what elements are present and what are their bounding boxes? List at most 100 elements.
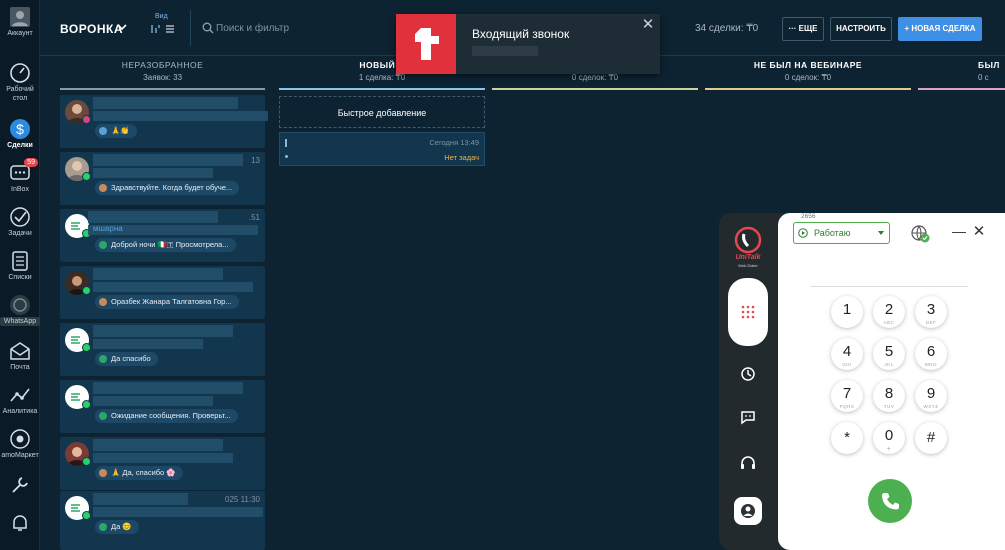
minimize-button[interactable]: —: [952, 224, 966, 240]
setup-button[interactable]: НАСТРОИТЬ: [830, 17, 892, 41]
key-2[interactable]: 2 ABC: [873, 296, 905, 328]
card-time: .51: [248, 213, 260, 222]
message-text: Оразбек Жанара Талгатовна Гор...: [111, 297, 232, 306]
last-message: 🙏 Да, спасибо 🌸: [95, 466, 183, 480]
message-text: 🙏👏: [111, 126, 130, 135]
message-text: 🙏 Да, спасибо 🌸: [111, 468, 176, 477]
deal-title-stub: [285, 139, 287, 147]
blurred-detail: [93, 396, 213, 406]
bell-icon: [13, 515, 27, 531]
deal-task-status[interactable]: Нет задач: [444, 153, 479, 162]
sidebar-item-deals[interactable]: $ Сделки: [0, 118, 40, 150]
sidebar-item-notifications[interactable]: [0, 512, 40, 534]
search-input[interactable]: [216, 18, 416, 38]
status-select[interactable]: Работаю: [793, 222, 890, 244]
call-button[interactable]: [868, 479, 912, 523]
lead-card[interactable]: 🙏👏: [60, 95, 268, 148]
globe-connected-icon[interactable]: [910, 224, 930, 244]
blurred-detail: [93, 282, 253, 292]
key-digit: #: [926, 429, 936, 446]
pipeline-selector[interactable]: ВОРОНКА: [60, 22, 123, 36]
key-digit: 1: [842, 301, 852, 318]
chevron-down-icon[interactable]: [116, 21, 128, 33]
lead-card[interactable]: 025 11:30 Да 😊: [60, 491, 265, 550]
lead-card[interactable]: Да спасибо: [60, 323, 265, 376]
sidebar-item-settings[interactable]: [0, 474, 40, 496]
close-dialer-button[interactable]: ✕: [972, 224, 986, 240]
whatsapp-badge-icon: [82, 172, 91, 181]
history-icon[interactable]: [738, 364, 758, 384]
sidebar-item-analytics[interactable]: Аналитика: [0, 384, 40, 416]
column-header-no-webinar: НЕ БЫЛ НА ВЕБИНАРЕ 0 сделок: ₸0: [705, 60, 911, 82]
account-icon: [10, 7, 30, 27]
sidebar-item-whatsapp[interactable]: WhatsApp: [0, 294, 40, 326]
key-6[interactable]: 6 MNO: [915, 338, 947, 370]
sidebar-item-dashboard[interactable]: Рабочий стол: [0, 62, 40, 103]
extension-number: 2656: [801, 213, 816, 220]
lead-card[interactable]: 🙏 Да, спасибо 🌸: [60, 437, 265, 490]
column-underline: [279, 88, 485, 90]
key-hash[interactable]: #: [915, 422, 947, 454]
sidebar-item-market[interactable]: amoМаркет: [0, 428, 40, 460]
user-icon: [741, 504, 755, 518]
lead-card[interactable]: 13 Здравствуйте. Когда будет обуче...: [60, 152, 265, 205]
key-8[interactable]: 8 TUV: [873, 380, 905, 412]
blurred-detail: [93, 453, 233, 463]
sidebar-label: Рабочий стол: [0, 85, 40, 103]
key-3[interactable]: 3 DEF: [915, 296, 947, 328]
new-deal-button[interactable]: + НОВАЯ СДЕЛКА: [898, 17, 982, 41]
key-9[interactable]: 9 WXYZ: [915, 380, 947, 412]
key-letters: +: [886, 446, 892, 453]
sidebar-label: Аккаунт: [7, 30, 33, 37]
sidebar-item-account[interactable]: Аккаунт: [0, 6, 40, 38]
inbox-badge: 59: [24, 158, 38, 167]
tab-profile[interactable]: [734, 497, 762, 525]
key-digit: 8: [884, 385, 894, 402]
blurred-name: [93, 382, 243, 394]
number-display[interactable]: [810, 286, 968, 287]
sidebar-item-tasks[interactable]: Задачи: [0, 206, 40, 238]
key-star[interactable]: *: [831, 422, 863, 454]
message-status-icon: [99, 241, 107, 249]
last-message: Доброй ночи 🇮🇹🇹 Просмотрела...: [95, 238, 236, 252]
blurred-caller: [472, 46, 538, 56]
sidebar-item-lists[interactable]: Списки: [0, 250, 40, 282]
key-digit: 5: [884, 343, 894, 360]
sidebar-label-text: Рабочий стол: [6, 86, 34, 102]
sidebar-label: InBox: [11, 186, 29, 193]
lead-card[interactable]: мшарна .51 Доброй ночи 🇮🇹🇹 Просмотрела..…: [60, 209, 265, 262]
deal-card[interactable]: Сегодня 13:49 Нет задач: [279, 132, 485, 166]
card-time: 13: [251, 156, 260, 165]
lead-card[interactable]: Ожидание сообщения. Проверьт...: [60, 380, 265, 433]
headset-icon[interactable]: [738, 453, 758, 473]
key-5[interactable]: 5 JKL: [873, 338, 905, 370]
market-icon: [10, 429, 30, 449]
key-letters: PQRS: [839, 404, 855, 409]
sidebar-item-mail[interactable]: Почта: [0, 340, 40, 372]
key-digit: 3: [926, 301, 936, 318]
notification-title: Входящий звонок: [472, 27, 570, 41]
lead-card[interactable]: Оразбек Жанара Талгатовна Гор...: [60, 266, 265, 319]
tab-keypad[interactable]: [728, 278, 768, 346]
sidebar-item-inbox[interactable]: 59 InBox: [0, 158, 40, 194]
key-7[interactable]: 7 PQRS: [831, 380, 863, 412]
last-message: Да 😊: [95, 520, 139, 534]
blurred-detail: [93, 507, 263, 517]
sidebar-label: Задачи: [8, 230, 32, 237]
last-message: Да спасибо: [95, 352, 158, 366]
quick-add-button[interactable]: Быстрое добавление: [279, 96, 485, 128]
view-switch-icon[interactable]: [148, 23, 176, 35]
column-title: БЫЛ: [978, 60, 1000, 70]
close-icon[interactable]: ✕: [640, 17, 656, 33]
key-0[interactable]: 0 +: [873, 422, 905, 454]
chevron-down-icon: [878, 231, 884, 235]
chat-icon[interactable]: [738, 407, 758, 427]
more-button[interactable]: ··· ЕЩЕ: [782, 17, 824, 41]
incoming-call-notification[interactable]: Входящий звонок ✕: [396, 14, 660, 74]
whatsapp-badge-icon: [82, 343, 91, 352]
key-1[interactable]: 1: [831, 296, 863, 328]
key-letters: ABC: [883, 320, 895, 325]
sidebar-label: Аналитика: [2, 408, 38, 415]
key-4[interactable]: 4 GHI: [831, 338, 863, 370]
tasks-icon: [10, 207, 30, 227]
